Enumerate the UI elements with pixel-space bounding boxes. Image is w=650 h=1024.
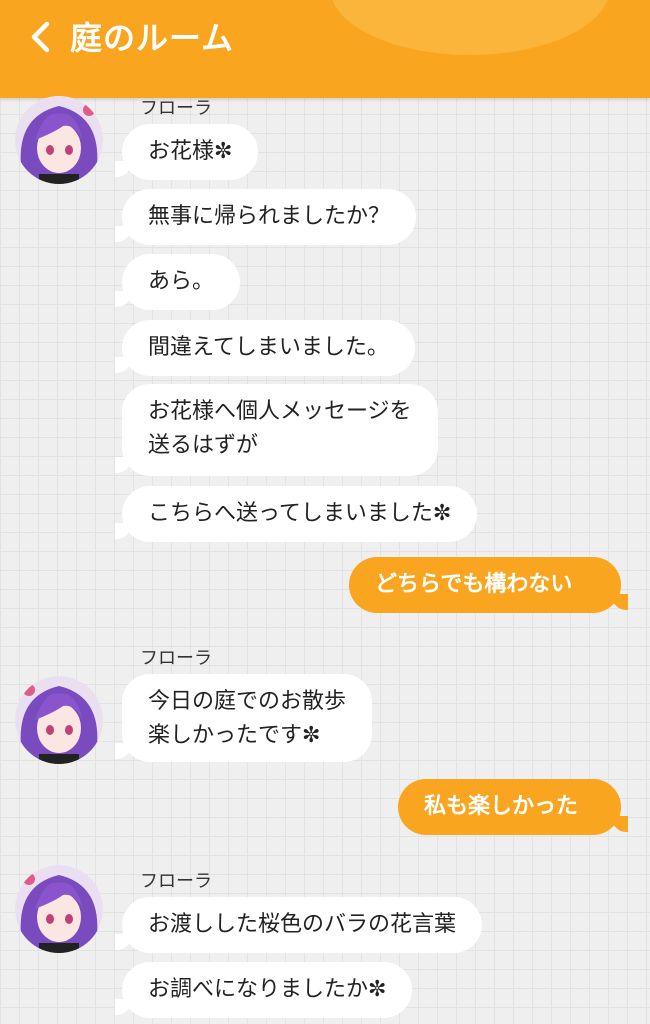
message-bubble[interactable]: こちらへ送ってしまいました✼ [114, 486, 478, 542]
message-bubble[interactable]: お花様へ個人メッセージを 送るはずが [115, 384, 438, 476]
back-button[interactable] [24, 14, 64, 60]
message-text: 楽しかったです✼ [148, 723, 321, 748]
avatar[interactable] [15, 96, 103, 184]
message-bubble[interactable]: 無事に帰られましたか？ [114, 189, 417, 245]
message-bubble[interactable]: 今日の庭でのお散歩 楽しかったです✼ [114, 674, 373, 762]
message-text: お渡しした桜色のバラの花言葉 [148, 912, 457, 937]
chevron-left-icon [31, 21, 50, 53]
message-text: 無事に帰られましたか？ [148, 204, 391, 229]
room-title: 庭のルーム [70, 19, 235, 57]
sender-name: フローラ [140, 98, 212, 119]
sender-name: フローラ [140, 871, 212, 892]
message-text: 今日の庭でのお散歩 [148, 689, 347, 714]
message-bubble[interactable]: お調べになりましたか✼ [114, 962, 413, 1018]
message-bubble[interactable]: お花様✼ [114, 124, 259, 180]
message-text: お調べになりましたか✼ [148, 977, 387, 1002]
message-bubble[interactable]: あら。 [114, 254, 241, 310]
sender-name: フローラ [140, 648, 212, 669]
message-text: お花様✼ [148, 139, 233, 164]
header-bar: 庭のルーム [0, 0, 650, 98]
message-text: どちらでも構わない [375, 572, 573, 597]
message-text: 送るはずが [148, 433, 259, 458]
my-message-bubble[interactable]: 私も楽しかった [398, 779, 628, 835]
message-text: こちらへ送ってしまいました✼ [148, 501, 452, 526]
message-text: あら。 [148, 269, 215, 294]
my-message-bubble[interactable]: どちらでも構わない [349, 557, 628, 613]
avatar[interactable] [15, 676, 103, 764]
message-text: 間違えてしまいました。 [148, 335, 389, 360]
avatar[interactable] [15, 865, 103, 953]
message-bubble[interactable]: お渡しした桜色のバラの花言葉 [114, 897, 483, 953]
message-text: 私も楽しかった [424, 794, 579, 819]
message-text: お花様へ個人メッセージを [148, 399, 412, 424]
message-bubble[interactable]: 間違えてしまいました。 [115, 320, 415, 376]
